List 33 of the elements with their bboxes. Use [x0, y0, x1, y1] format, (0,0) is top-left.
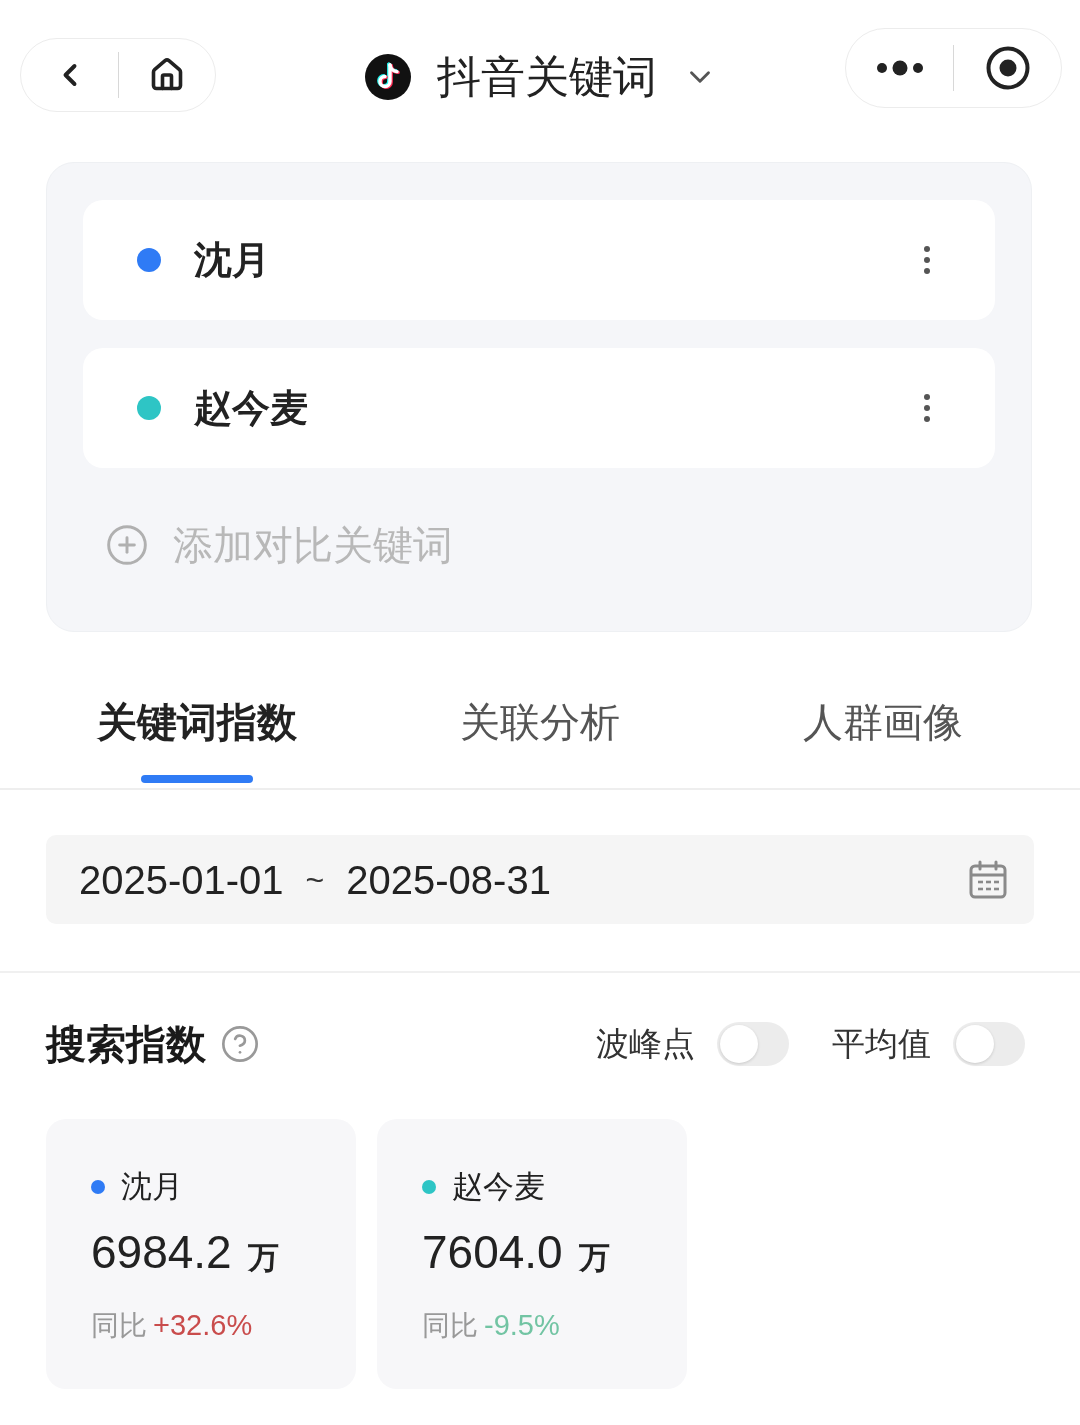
yoy-change: +32.6%: [153, 1308, 253, 1343]
music-note-logo-icon: [365, 54, 411, 100]
more-vertical-icon[interactable]: [923, 393, 931, 423]
yoy-label: 同比: [422, 1309, 478, 1343]
toggle-switch[interactable]: [953, 1022, 1025, 1066]
index-value: 7604.0: [422, 1225, 563, 1280]
page-title[interactable]: 抖音关键词: [437, 49, 657, 105]
series-name: 沈月: [121, 1168, 183, 1206]
value-unit: 万: [247, 1239, 279, 1277]
keyword-card[interactable]: 赵今麦: [83, 348, 995, 468]
toggle-label: 平均值: [832, 1024, 931, 1064]
add-circle-icon: [105, 523, 149, 567]
tab[interactable]: 关键词指数: [26, 694, 369, 783]
target-icon: [985, 46, 1030, 90]
keyword-card[interactable]: 沈月: [83, 200, 995, 320]
series-name: 赵今麦: [452, 1168, 545, 1206]
more-vertical-icon[interactable]: [923, 245, 931, 275]
date-range-field[interactable]: 2025-01-01 ~ 2025-08-31: [46, 835, 1034, 924]
calendar-icon: [968, 859, 1008, 900]
keyword-name: 赵今麦: [194, 386, 308, 431]
toggle-switch[interactable]: [717, 1022, 789, 1066]
section-title: 搜索指数: [46, 1021, 206, 1068]
more-icon: [875, 60, 924, 76]
index-value: 6984.2: [91, 1225, 232, 1280]
tab[interactable]: 关联分析: [368, 694, 712, 783]
keyword-name: 沈月: [194, 238, 270, 283]
yoy-change: -9.5%: [484, 1308, 560, 1343]
home-icon: [149, 57, 185, 93]
help-icon[interactable]: [220, 1024, 260, 1064]
tab[interactable]: 人群画像: [711, 694, 1054, 783]
value-unit: 万: [578, 1239, 610, 1277]
yoy-label: 同比: [91, 1309, 147, 1343]
toggle-label: 波峰点: [596, 1024, 695, 1064]
